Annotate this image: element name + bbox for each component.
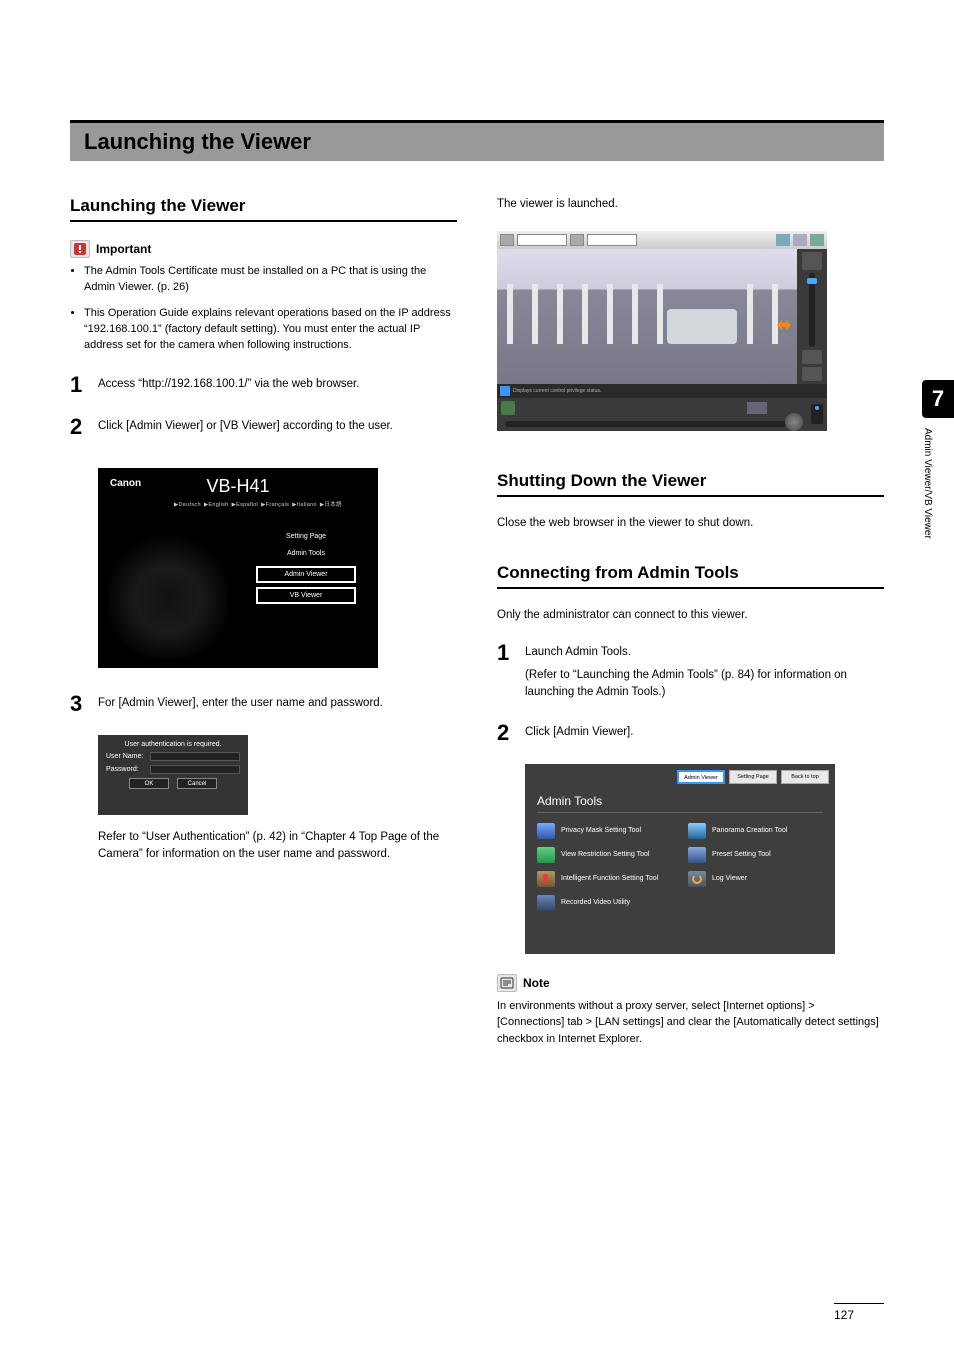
figure-menu-item: Admin Tools (256, 545, 356, 562)
step-number: 2 (70, 416, 88, 438)
figure-model: VB-H41 (98, 476, 378, 497)
admin-top-button-highlighted: Admin Viewer (677, 770, 725, 784)
launched-text: The viewer is launched. (497, 196, 884, 213)
connect-step-1: 1 Launch Admin Tools. (Refer to “Launchi… (497, 642, 884, 702)
title-bar: Launching the Viewer (70, 120, 884, 161)
tool-label: Preset Setting Tool (712, 851, 771, 858)
note-icon (497, 974, 517, 992)
tool-label: Panorama Creation Tool (712, 827, 787, 834)
step-number: 1 (70, 374, 88, 396)
section-heading-shutdown: Shutting Down the Viewer (497, 471, 884, 497)
step-text: Access “http://192.168.100.1/” via the w… (98, 374, 359, 396)
page-title: Launching the Viewer (84, 129, 870, 155)
important-callout-header: Important (70, 240, 457, 258)
step-number: 1 (497, 642, 515, 702)
step-1: 1 Access “http://192.168.100.1/” via the… (70, 374, 457, 396)
step-number: 2 (497, 722, 515, 744)
figure-menu-item-highlighted: VB Viewer (256, 587, 356, 604)
important-bullets: The Admin Tools Certificate must be inst… (70, 264, 457, 354)
tool-icon (688, 847, 706, 863)
tool-icon (537, 823, 555, 839)
tool-icon (537, 895, 555, 911)
tool-label: Intelligent Function Setting Tool (561, 875, 658, 882)
section-heading-launching: Launching the Viewer (70, 196, 457, 222)
admin-tools-title: Admin Tools (537, 794, 823, 813)
right-column: The viewer is launched. (497, 196, 884, 1065)
left-column: Launching the Viewer Important The Admin… (70, 196, 457, 1065)
step-text: For [Admin Viewer], enter the user name … (98, 693, 383, 715)
admin-top-button: Setting Page (729, 770, 777, 784)
figure-menu-item-highlighted: Admin Viewer (256, 566, 356, 583)
auth-cancel-button: Cancel (177, 778, 217, 789)
tool-label: View Restriction Setting Tool (561, 851, 649, 858)
step-number: 3 (70, 693, 88, 715)
tool-icon (537, 847, 555, 863)
auth-user-label: User Name: (106, 753, 146, 760)
viewer-toolbar (497, 231, 827, 249)
tool-label: Privacy Mask Setting Tool (561, 827, 641, 834)
viewer-vehicle (667, 309, 737, 344)
important-label: Important (96, 242, 151, 256)
auth-pass-label: Password: (106, 766, 146, 773)
figure-vb-top-page: Canon VB-H41 ▶Deutsch ▶English ▶Español … (98, 468, 378, 668)
note-label: Note (523, 976, 550, 990)
step-text: Click [Admin Viewer] or [VB Viewer] acco… (98, 416, 393, 438)
important-bullet: This Operation Guide explains relevant o… (84, 306, 457, 354)
figure-auth-dialog: User authentication is required. User Na… (98, 735, 248, 815)
viewer-status-text: Displays current control privilege statu… (513, 388, 824, 394)
important-icon (70, 240, 90, 258)
step-2: 2 Click [Admin Viewer] or [VB Viewer] ac… (70, 416, 457, 438)
figure-languages: ▶Deutsch ▶English ▶Español ▶Français ▶It… (174, 500, 342, 508)
figure-viewer: Displays current control privilege statu… (497, 231, 827, 431)
tool-icon (688, 823, 706, 839)
figure-menu: Setting Page Admin Tools Admin Viewer VB… (256, 528, 356, 604)
tool-label: Recorded Video Utility (561, 899, 630, 906)
tool-icon (688, 871, 706, 887)
connect-step-2: 2 Click [Admin Viewer]. (497, 722, 884, 744)
viewer-bottom-bar (497, 398, 827, 431)
important-bullet: The Admin Tools Certificate must be inst… (84, 264, 457, 296)
viewer-status-bar: Displays current control privilege statu… (497, 384, 827, 398)
viewer-controls (797, 249, 827, 384)
auth-title: User authentication is required. (98, 735, 248, 748)
auth-pass-field (150, 765, 240, 774)
shutdown-text: Close the web browser in the viewer to s… (497, 515, 884, 532)
tool-icon (537, 871, 555, 887)
step-subtext: (Refer to “Launching the Admin Tools” (p… (525, 667, 884, 702)
note-callout-header: Note (497, 974, 884, 992)
section-heading-connect: Connecting from Admin Tools (497, 563, 884, 589)
auth-footer-text: Refer to “User Authentication” (p. 42) i… (98, 829, 457, 864)
admin-top-button: Back to top (781, 770, 829, 784)
step-text: Launch Admin Tools. (525, 644, 884, 661)
connect-intro: Only the administrator can connect to th… (497, 607, 884, 624)
figure-lens-graphic (108, 528, 228, 658)
step-3: 3 For [Admin Viewer], enter the user nam… (70, 693, 457, 715)
tool-label: Log Viewer (712, 875, 747, 882)
auth-ok-button: OK (129, 778, 169, 789)
figure-admin-tools: Admin Viewer Setting Page Back to top Ad… (525, 764, 835, 954)
auth-user-field (150, 752, 240, 761)
note-text: In environments without a proxy server, … (497, 998, 884, 1048)
viewer-scene (497, 249, 797, 384)
step-text: Click [Admin Viewer]. (525, 722, 633, 744)
page-number: 127 (834, 1303, 884, 1322)
figure-menu-item: Setting Page (256, 528, 356, 545)
